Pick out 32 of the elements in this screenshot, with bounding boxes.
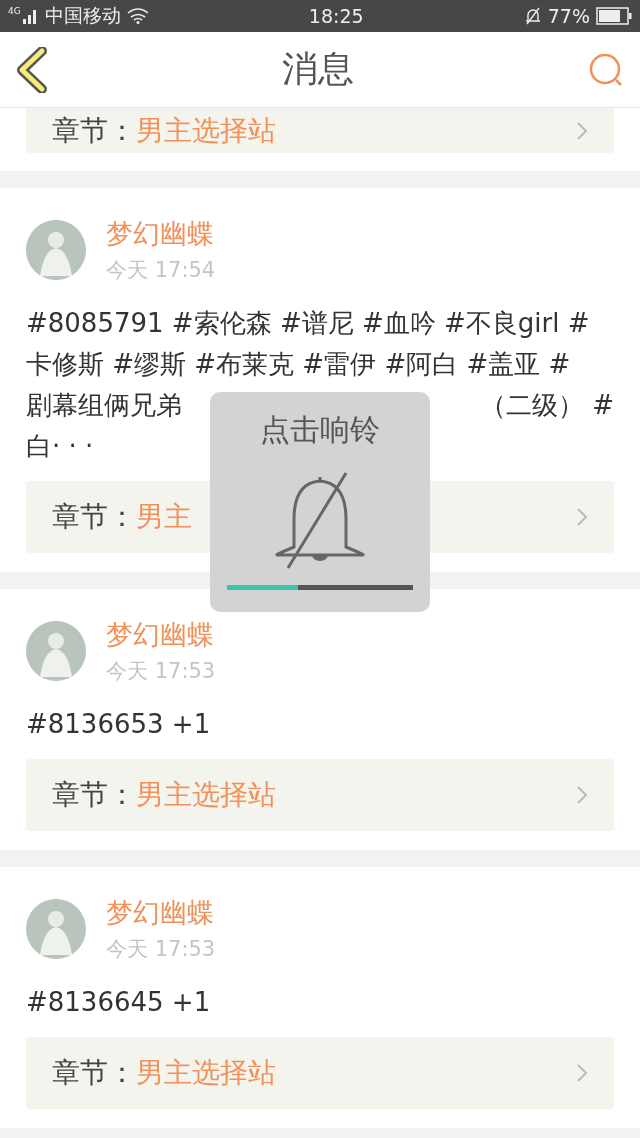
ringer-toast[interactable]: 点击响铃 bbox=[210, 392, 430, 612]
battery-level: 77% bbox=[547, 5, 590, 27]
post-text: #8085791 #索伦森 #谱尼 #血吟 #不良girl # bbox=[26, 307, 590, 340]
clock: 18:25 bbox=[308, 5, 364, 27]
battery-icon bbox=[596, 7, 632, 25]
chapter-link[interactable]: 章节：男主选择站 bbox=[26, 759, 614, 831]
post-text: 卡修斯 #缪斯 #布莱克 #雷伊 #阿白 #盖亚 # bbox=[26, 348, 571, 381]
post-time: 今天 17:53 bbox=[106, 658, 216, 685]
post-text: 剧幕组俩兄弟 bbox=[26, 389, 182, 422]
network-type: 4G bbox=[8, 6, 21, 16]
post-text: #8136645 +1 bbox=[26, 986, 211, 1019]
avatar bbox=[26, 220, 86, 280]
carrier: 中国移动 bbox=[44, 3, 121, 28]
toast-title: 点击响铃 bbox=[260, 411, 380, 449]
chevron-right-icon bbox=[576, 785, 588, 805]
signal-icon bbox=[22, 8, 39, 24]
avatar bbox=[26, 621, 86, 681]
chapter-link[interactable]: 章节：男主选择站 bbox=[26, 1037, 614, 1109]
post-time: 今天 17:54 bbox=[106, 257, 216, 284]
post-text: 白· · · bbox=[26, 430, 94, 463]
post-time: 今天 17:53 bbox=[106, 936, 216, 963]
muted-bell-icon bbox=[523, 7, 542, 25]
avatar bbox=[26, 899, 86, 959]
chevron-right-icon bbox=[576, 120, 588, 141]
post-text: #8136653 +1 bbox=[26, 708, 211, 741]
chevron-right-icon bbox=[576, 1063, 588, 1083]
chapter-link[interactable]: 章节：男主选择站 bbox=[26, 108, 614, 153]
page-title: 消息 bbox=[282, 47, 354, 91]
back-icon[interactable] bbox=[16, 46, 48, 93]
chevron-right-icon bbox=[576, 507, 588, 527]
wifi-icon bbox=[126, 8, 149, 24]
post-text: （二级） # bbox=[479, 389, 614, 422]
